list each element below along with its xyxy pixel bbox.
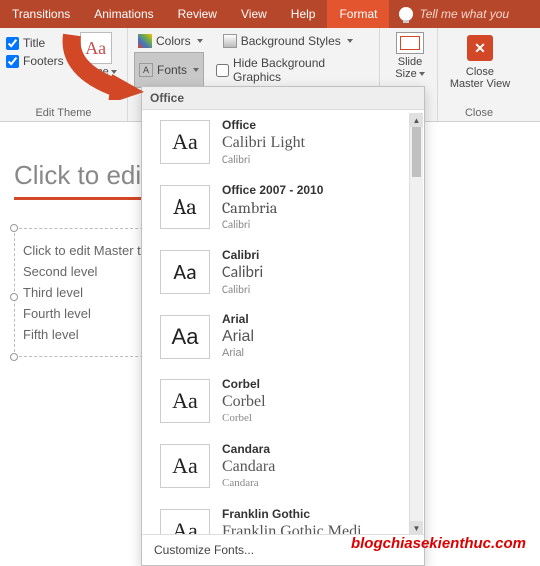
- font-sample-icon: Aa: [160, 379, 210, 423]
- tab-view[interactable]: View: [229, 0, 279, 28]
- font-body-name: Corbel: [222, 412, 266, 426]
- fonts-dropdown: Office AaOfficeCalibri LightCalibriAaOff…: [141, 86, 425, 566]
- font-theme-item[interactable]: Aa OfficeCalibri LightCalibri: [154, 110, 424, 175]
- font-heading-name: Calibri Light: [222, 133, 305, 153]
- tab-animations[interactable]: Animations: [82, 0, 165, 28]
- hide-background-checkbox[interactable]: Hide Background Graphics: [216, 56, 373, 84]
- font-theme-name: Corbel: [222, 377, 266, 392]
- tab-format[interactable]: Format: [327, 0, 389, 28]
- themes-icon: Aa: [80, 32, 112, 64]
- slide-size-button[interactable]: Slide Size: [386, 32, 434, 80]
- font-theme-name: Candara: [222, 442, 275, 457]
- ribbon-tabs: Transitions Animations Review View Help …: [0, 0, 540, 28]
- font-sample-icon: Aa: [160, 509, 210, 534]
- font-list: AaOfficeCalibri LightCalibriAaOffice 200…: [142, 110, 424, 534]
- font-theme-name: Arial: [222, 312, 254, 327]
- font-theme-name: Office 2007 - 2010: [222, 183, 323, 198]
- fonts-icon: A: [139, 63, 153, 77]
- tab-transitions[interactable]: Transitions: [0, 0, 82, 28]
- fonts-button[interactable]: A Fonts: [134, 52, 204, 88]
- font-theme-item[interactable]: AaCalibriCalibriCalibri: [154, 240, 424, 305]
- tab-review[interactable]: Review: [166, 0, 229, 28]
- slide-size-icon: [396, 32, 424, 54]
- resize-handle[interactable]: [10, 353, 18, 361]
- group-label-close: Close: [444, 105, 514, 119]
- group-label-edit-theme: Edit Theme: [6, 105, 121, 119]
- group-close: ✕ Close Master View Close: [438, 28, 520, 121]
- dropdown-caret-icon: [111, 70, 117, 74]
- tell-me-search[interactable]: Tell me what you: [389, 0, 519, 28]
- title-checkbox[interactable]: Title: [6, 36, 64, 50]
- watermark: blogchiasekienthuc.com: [351, 535, 526, 552]
- dropdown-caret-icon: [193, 68, 199, 72]
- close-master-view-button[interactable]: ✕ Close Master View: [444, 32, 516, 90]
- font-heading-name: Candara: [222, 457, 275, 477]
- lightbulb-icon: [399, 7, 413, 21]
- tell-me-placeholder: Tell me what you: [419, 7, 509, 21]
- background-styles-icon: [223, 34, 237, 48]
- dropdown-section-header: Office: [142, 87, 424, 110]
- font-sample-icon: Aa: [160, 120, 210, 164]
- footers-checkbox[interactable]: Footers: [6, 54, 64, 68]
- font-body-name: Calibri: [222, 283, 263, 297]
- dropdown-caret-icon: [419, 72, 425, 76]
- font-body-name: Arial: [222, 347, 254, 361]
- font-heading-name: Cambria: [222, 198, 323, 218]
- font-body-name: Candara: [222, 477, 275, 491]
- font-sample-icon: Aa: [160, 250, 210, 294]
- font-sample-icon: Aa: [160, 185, 210, 229]
- font-body-name: Calibri: [222, 153, 305, 167]
- scroll-up-button[interactable]: ▲: [410, 113, 423, 127]
- colors-button[interactable]: Colors: [134, 32, 207, 50]
- font-theme-item[interactable]: Aa Office 2007 - 2010CambriaCalibri: [154, 175, 424, 240]
- group-edit-theme: Title Footers Aa Theme Edit Theme: [0, 28, 128, 121]
- background-styles-button[interactable]: Background Styles: [219, 32, 357, 50]
- font-heading-name: Arial: [222, 327, 254, 347]
- scroll-thumb[interactable]: [412, 127, 421, 177]
- font-theme-name: Calibri: [222, 248, 263, 263]
- close-icon: ✕: [467, 35, 493, 61]
- colors-icon: [138, 34, 152, 48]
- font-theme-item[interactable]: AaArialArialArial: [154, 304, 424, 369]
- font-theme-name: Office: [222, 118, 305, 133]
- font-sample-icon: Aa: [160, 444, 210, 488]
- dropdown-caret-icon: [197, 39, 203, 43]
- themes-button[interactable]: Aa Theme: [72, 32, 120, 78]
- font-theme-item[interactable]: AaFranklin GothicFranklin Gothic MediFra…: [154, 499, 424, 535]
- scroll-down-button[interactable]: ▼: [410, 521, 423, 535]
- font-heading-name: Franklin Gothic Medi: [222, 522, 362, 535]
- font-sample-icon: Aa: [160, 315, 210, 359]
- resize-handle[interactable]: [10, 224, 18, 232]
- scrollbar[interactable]: ▲ ▼: [409, 113, 423, 535]
- resize-handle[interactable]: [10, 293, 18, 301]
- dropdown-caret-icon: [347, 39, 353, 43]
- font-theme-item[interactable]: AaCandaraCandaraCandara: [154, 434, 424, 499]
- checkbox-column: Title Footers: [6, 32, 64, 72]
- font-heading-name: Corbel: [222, 392, 266, 412]
- font-theme-name: Franklin Gothic: [222, 507, 362, 522]
- font-heading-name: Calibri: [222, 263, 263, 283]
- font-theme-item[interactable]: AaCorbelCorbelCorbel: [154, 369, 424, 434]
- font-body-name: Calibri: [222, 218, 323, 232]
- tab-help[interactable]: Help: [279, 0, 328, 28]
